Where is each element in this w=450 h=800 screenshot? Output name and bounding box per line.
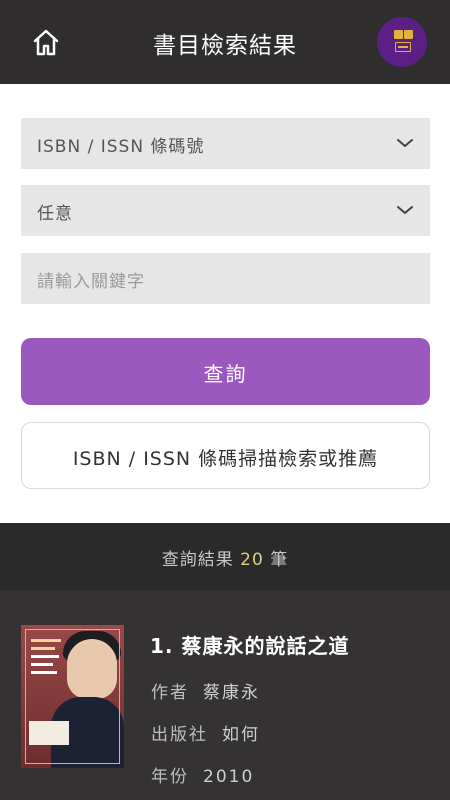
- author-value: 蔡康永: [203, 683, 260, 703]
- book-cover-image[interactable]: [21, 625, 124, 768]
- publisher-row: 出版社 如何: [151, 720, 260, 745]
- field-type-value: ISBN / ISSN 條碼號: [37, 137, 205, 157]
- cover-title-art: [31, 639, 61, 674]
- year-row: 年份 2010: [151, 762, 254, 787]
- logo-icon: [392, 30, 414, 54]
- year-label: 年份: [151, 767, 189, 787]
- scan-button-label: ISBN / ISSN 條碼掃描檢索或推薦: [72, 448, 379, 470]
- author-label: 作者: [151, 683, 189, 703]
- result-count: 20: [240, 550, 264, 570]
- publisher-label: 出版社: [151, 725, 208, 745]
- chevron-down-icon: [397, 139, 413, 147]
- search-button[interactable]: 查詢: [21, 338, 430, 405]
- match-type-value: 任意: [37, 204, 73, 224]
- keyword-placeholder: 請輸入關鍵字: [37, 272, 145, 292]
- field-type-select[interactable]: ISBN / ISSN 條碼號: [21, 118, 430, 169]
- result-summary-bar: 查詢結果 20 筆: [0, 523, 450, 590]
- search-button-label: 查詢: [203, 362, 248, 386]
- result-label: 查詢結果: [161, 550, 234, 570]
- list-item-title[interactable]: 1. 蔡康永的說話之道: [150, 630, 349, 659]
- match-type-select[interactable]: 任意: [21, 185, 430, 236]
- result-summary: 查詢結果 20 筆: [0, 545, 450, 570]
- author-row: 作者 蔡康永: [151, 678, 260, 703]
- app-logo[interactable]: [377, 17, 427, 67]
- scan-search-button[interactable]: ISBN / ISSN 條碼掃描檢索或推薦: [21, 422, 430, 489]
- publisher-value: 如何: [222, 725, 260, 745]
- top-bar: 書目檢索結果: [0, 0, 450, 84]
- result-list: 1. 蔡康永的說話之道 作者 蔡康永 出版社 如何 年份 2010: [0, 590, 450, 800]
- chevron-down-icon: [397, 206, 413, 214]
- keyword-input[interactable]: 請輸入關鍵字: [21, 253, 430, 304]
- result-unit: 筆: [270, 550, 289, 570]
- year-value: 2010: [203, 767, 255, 787]
